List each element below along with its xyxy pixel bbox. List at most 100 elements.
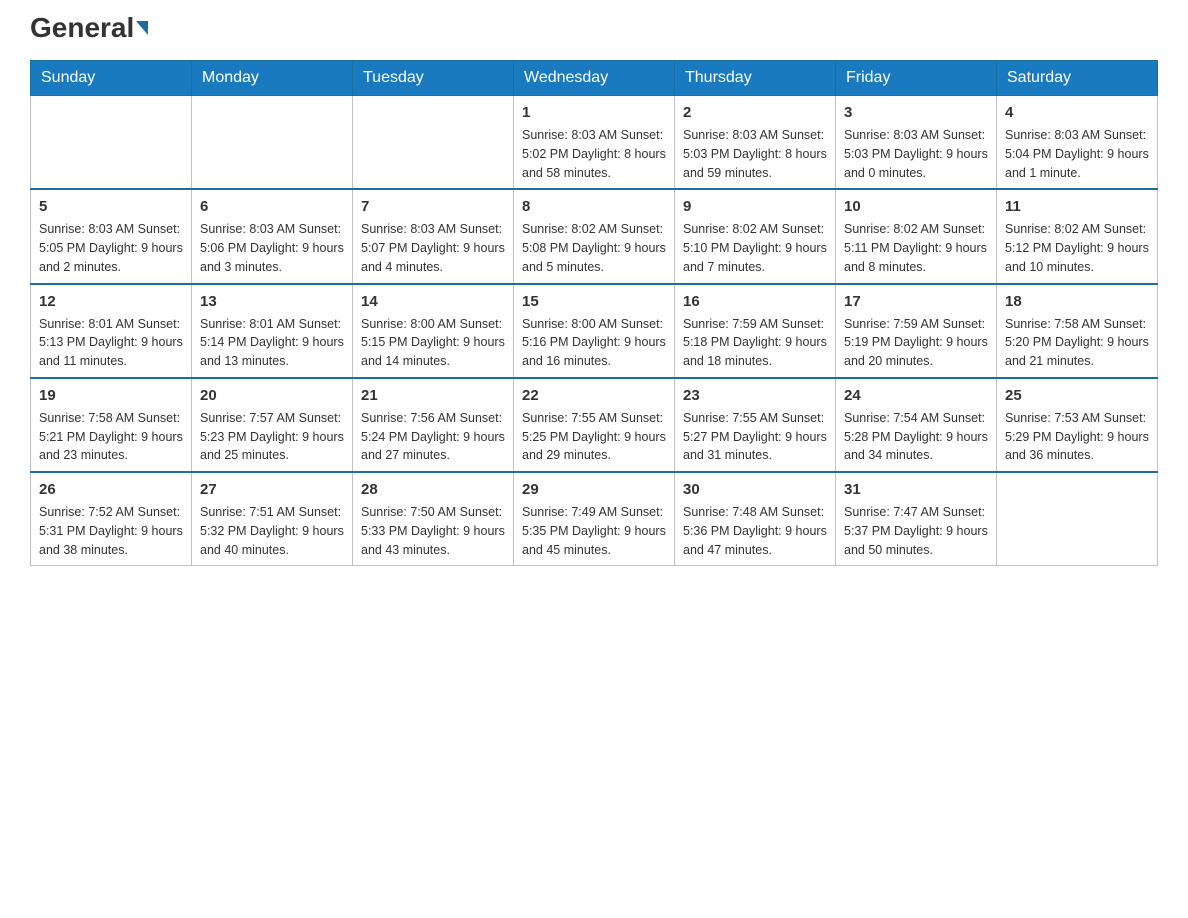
day-info: Sunrise: 8:00 AM Sunset: 5:15 PM Dayligh… — [361, 315, 505, 371]
calendar-cell: 4Sunrise: 8:03 AM Sunset: 5:04 PM Daylig… — [997, 96, 1158, 190]
calendar-cell: 3Sunrise: 8:03 AM Sunset: 5:03 PM Daylig… — [836, 96, 997, 190]
calendar-cell: 6 Sunrise: 8:03 AM Sunset: 5:06 PM Daylig… — [192, 189, 353, 283]
day-number: 26 — [39, 479, 183, 500]
day-number: 8 — [522, 196, 666, 217]
day-number: 2 — [683, 102, 827, 123]
calendar-cell: 29 Sunrise: 7:49 AM Sunset: 5:35 PM Dayli… — [514, 472, 675, 566]
day-number: 14 — [361, 291, 505, 312]
day-number: 13 — [200, 291, 344, 312]
day-info: Sunrise: 8:02 AM Sunset: 5:11 PM Dayligh… — [844, 220, 988, 276]
day-info: Sunrise: 7:59 AM Sunset: 5:18 PM Dayligh… — [683, 315, 827, 371]
day-of-week-thursday: Thursday — [675, 61, 836, 96]
day-info: Sunrise: 8:02 AM Sunset: 5:10 PM Dayligh… — [683, 220, 827, 276]
page-header: General — [30, 20, 1158, 40]
week-row-5: 26 Sunrise: 7:52 AM Sunset: 5:31 PM Dayli… — [31, 472, 1158, 566]
day-of-week-monday: Monday — [192, 61, 353, 96]
day-info: Sunrise: 7:58 AM Sunset: 5:20 PM Dayligh… — [1005, 315, 1149, 371]
calendar-cell: 11 Sunrise: 8:02 AM Sunset: 5:12 PM Dayli… — [997, 189, 1158, 283]
day-info: Sunrise: 7:51 AM Sunset: 5:32 PM Dayligh… — [200, 503, 344, 559]
calendar-cell: 24 Sunrise: 7:54 AM Sunset: 5:28 PM Dayli… — [836, 378, 997, 472]
day-info: Sunrise: 8:01 AM Sunset: 5:14 PM Dayligh… — [200, 315, 344, 371]
day-of-week-friday: Friday — [836, 61, 997, 96]
day-info: Sunrise: 7:52 AM Sunset: 5:31 PM Dayligh… — [39, 503, 183, 559]
day-info: Sunrise: 7:57 AM Sunset: 5:23 PM Dayligh… — [200, 409, 344, 465]
day-number: 12 — [39, 291, 183, 312]
day-info: Sunrise: 8:03 AM Sunset: 5:03 PM Dayligh… — [844, 126, 988, 182]
day-number: 1 — [522, 102, 666, 123]
day-number: 17 — [844, 291, 988, 312]
day-number: 4 — [1005, 102, 1149, 123]
calendar-cell: 27 Sunrise: 7:51 AM Sunset: 5:32 PM Dayli… — [192, 472, 353, 566]
day-number: 22 — [522, 385, 666, 406]
logo: General — [30, 20, 150, 40]
day-number: 15 — [522, 291, 666, 312]
day-info: Sunrise: 8:02 AM Sunset: 5:12 PM Dayligh… — [1005, 220, 1149, 276]
calendar-cell: 31 Sunrise: 7:47 AM Sunset: 5:37 PM Dayli… — [836, 472, 997, 566]
day-number: 27 — [200, 479, 344, 500]
calendar-cell: 20 Sunrise: 7:57 AM Sunset: 5:23 PM Dayli… — [192, 378, 353, 472]
day-number: 11 — [1005, 196, 1149, 217]
day-info: Sunrise: 8:03 AM Sunset: 5:03 PM Dayligh… — [683, 126, 827, 182]
calendar-cell — [997, 472, 1158, 566]
calendar-cell: 2 Sunrise: 8:03 AM Sunset: 5:03 PM Daylig… — [675, 96, 836, 190]
calendar-cell: 15 Sunrise: 8:00 AM Sunset: 5:16 PM Dayli… — [514, 284, 675, 378]
day-info: Sunrise: 7:56 AM Sunset: 5:24 PM Dayligh… — [361, 409, 505, 465]
week-row-4: 19Sunrise: 7:58 AM Sunset: 5:21 PM Dayli… — [31, 378, 1158, 472]
calendar-cell: 7Sunrise: 8:03 AM Sunset: 5:07 PM Daylig… — [353, 189, 514, 283]
day-info: Sunrise: 7:53 AM Sunset: 5:29 PM Dayligh… — [1005, 409, 1149, 465]
day-number: 5 — [39, 196, 183, 217]
day-info: Sunrise: 7:55 AM Sunset: 5:27 PM Dayligh… — [683, 409, 827, 465]
calendar-cell: 14 Sunrise: 8:00 AM Sunset: 5:15 PM Dayli… — [353, 284, 514, 378]
calendar-cell: 12 Sunrise: 8:01 AM Sunset: 5:13 PM Dayli… — [31, 284, 192, 378]
day-info: Sunrise: 8:03 AM Sunset: 5:05 PM Dayligh… — [39, 220, 183, 276]
calendar-cell — [353, 96, 514, 190]
day-number: 10 — [844, 196, 988, 217]
day-number: 6 — [200, 196, 344, 217]
day-of-week-wednesday: Wednesday — [514, 61, 675, 96]
day-number: 20 — [200, 385, 344, 406]
calendar-cell: 21 Sunrise: 7:56 AM Sunset: 5:24 PM Dayli… — [353, 378, 514, 472]
week-row-3: 12 Sunrise: 8:01 AM Sunset: 5:13 PM Dayli… — [31, 284, 1158, 378]
calendar-cell: 13 Sunrise: 8:01 AM Sunset: 5:14 PM Dayli… — [192, 284, 353, 378]
calendar-cell: 16 Sunrise: 7:59 AM Sunset: 5:18 PM Dayli… — [675, 284, 836, 378]
day-info: Sunrise: 7:47 AM Sunset: 5:37 PM Dayligh… — [844, 503, 988, 559]
day-info: Sunrise: 7:50 AM Sunset: 5:33 PM Dayligh… — [361, 503, 505, 559]
week-row-2: 5 Sunrise: 8:03 AM Sunset: 5:05 PM Daylig… — [31, 189, 1158, 283]
calendar-cell: 10 Sunrise: 8:02 AM Sunset: 5:11 PM Dayli… — [836, 189, 997, 283]
calendar-cell: 5 Sunrise: 8:03 AM Sunset: 5:05 PM Daylig… — [31, 189, 192, 283]
day-number: 9 — [683, 196, 827, 217]
calendar-cell: 9 Sunrise: 8:02 AM Sunset: 5:10 PM Daylig… — [675, 189, 836, 283]
day-info: Sunrise: 8:01 AM Sunset: 5:13 PM Dayligh… — [39, 315, 183, 371]
day-info: Sunrise: 7:48 AM Sunset: 5:36 PM Dayligh… — [683, 503, 827, 559]
day-number: 28 — [361, 479, 505, 500]
day-info: Sunrise: 8:03 AM Sunset: 5:02 PM Dayligh… — [522, 126, 666, 182]
calendar-cell — [192, 96, 353, 190]
calendar-table: SundayMondayTuesdayWednesdayThursdayFrid… — [30, 60, 1158, 566]
day-info: Sunrise: 7:49 AM Sunset: 5:35 PM Dayligh… — [522, 503, 666, 559]
day-of-week-saturday: Saturday — [997, 61, 1158, 96]
calendar-cell: 28 Sunrise: 7:50 AM Sunset: 5:33 PM Dayli… — [353, 472, 514, 566]
day-number: 23 — [683, 385, 827, 406]
calendar-cell: 18 Sunrise: 7:58 AM Sunset: 5:20 PM Dayli… — [997, 284, 1158, 378]
day-number: 25 — [1005, 385, 1149, 406]
calendar-cell — [31, 96, 192, 190]
day-of-week-tuesday: Tuesday — [353, 61, 514, 96]
calendar-header-row: SundayMondayTuesdayWednesdayThursdayFrid… — [31, 61, 1158, 96]
calendar-cell: 30 Sunrise: 7:48 AM Sunset: 5:36 PM Dayli… — [675, 472, 836, 566]
day-info: Sunrise: 7:54 AM Sunset: 5:28 PM Dayligh… — [844, 409, 988, 465]
day-number: 16 — [683, 291, 827, 312]
day-number: 31 — [844, 479, 988, 500]
day-info: Sunrise: 7:58 AM Sunset: 5:21 PM Dayligh… — [39, 409, 183, 465]
week-row-1: 1 Sunrise: 8:03 AM Sunset: 5:02 PM Daylig… — [31, 96, 1158, 190]
day-number: 21 — [361, 385, 505, 406]
day-info: Sunrise: 8:03 AM Sunset: 5:07 PM Dayligh… — [361, 220, 505, 276]
day-of-week-sunday: Sunday — [31, 61, 192, 96]
day-info: Sunrise: 7:59 AM Sunset: 5:19 PM Dayligh… — [844, 315, 988, 371]
calendar-cell: 25 Sunrise: 7:53 AM Sunset: 5:29 PM Dayli… — [997, 378, 1158, 472]
day-number: 24 — [844, 385, 988, 406]
day-number: 18 — [1005, 291, 1149, 312]
day-info: Sunrise: 8:03 AM Sunset: 5:06 PM Dayligh… — [200, 220, 344, 276]
day-number: 29 — [522, 479, 666, 500]
day-info: Sunrise: 8:00 AM Sunset: 5:16 PM Dayligh… — [522, 315, 666, 371]
day-number: 30 — [683, 479, 827, 500]
